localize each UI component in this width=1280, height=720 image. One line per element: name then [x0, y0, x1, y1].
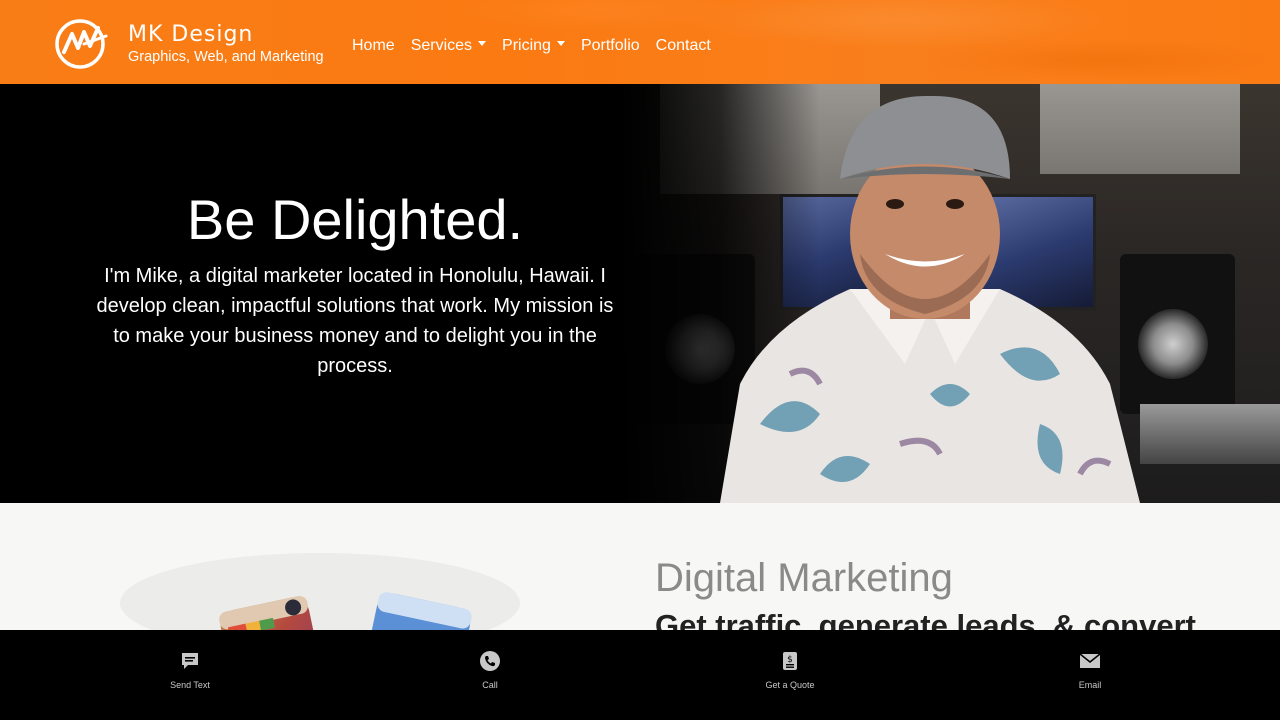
- logo-mark-icon: [55, 19, 108, 69]
- call-button[interactable]: Call: [390, 630, 590, 720]
- get-quote-button[interactable]: $ Get a Quote: [690, 630, 890, 720]
- mike-portrait: [720, 95, 1140, 503]
- main-nav: Home Services Pricing Portfolio Contact: [352, 36, 727, 56]
- digital-marketing-section: Digital Marketing Get traffic, generate …: [0, 503, 1280, 630]
- section-subtitle: Get traffic, generate leads, & convert: [655, 608, 1196, 630]
- nav-contact-label: Contact: [655, 37, 711, 54]
- email-button[interactable]: Email: [990, 630, 1190, 720]
- social-apps-image: [120, 553, 520, 630]
- hero-title: Be Delighted.: [186, 188, 524, 251]
- nav-home[interactable]: Home: [352, 36, 395, 56]
- keyboard: [1140, 404, 1280, 464]
- caret-down-icon: [478, 41, 487, 47]
- chat-icon: [182, 653, 198, 669]
- site-header: MK Design Graphics, Web, and Marketing H…: [0, 0, 1280, 84]
- nav-portfolio[interactable]: Portfolio: [581, 36, 640, 56]
- send-text-label: Send Text: [170, 680, 210, 690]
- email-label: Email: [1078, 680, 1102, 690]
- get-quote-label: Get a Quote: [765, 680, 815, 690]
- nav-pricing-label: Pricing: [502, 37, 551, 54]
- phone-icon: [480, 651, 500, 671]
- call-label: Call: [482, 680, 498, 690]
- brand-title: MK Design: [128, 22, 254, 47]
- brand-subtitle: Graphics, Web, and Marketing: [128, 49, 324, 65]
- brand-logo[interactable]: MK Design Graphics, Web, and Marketing: [54, 16, 334, 72]
- quote-icon: $: [783, 652, 797, 670]
- section-title: Digital Marketing: [655, 556, 953, 600]
- send-text-button[interactable]: Send Text: [90, 630, 290, 720]
- nav-services-label: Services: [410, 37, 473, 54]
- nav-contact[interactable]: Contact: [656, 36, 711, 56]
- hero-intro-text: I'm Mike, a digital marketer located in …: [96, 265, 614, 377]
- nav-services[interactable]: Services: [410, 36, 487, 56]
- svg-text:$: $: [787, 655, 793, 665]
- nav-pricing[interactable]: Pricing: [502, 36, 565, 56]
- hero-section: Be Delighted. I'm Mike, a digital market…: [0, 84, 1280, 503]
- nav-home-label: Home: [352, 37, 395, 54]
- email-icon: [1080, 653, 1100, 668]
- nav-portfolio-label: Portfolio: [580, 37, 640, 54]
- caret-down-icon: [556, 41, 565, 47]
- bottom-action-bar: Send Text Call $ Get a Quote Email: [0, 630, 1280, 720]
